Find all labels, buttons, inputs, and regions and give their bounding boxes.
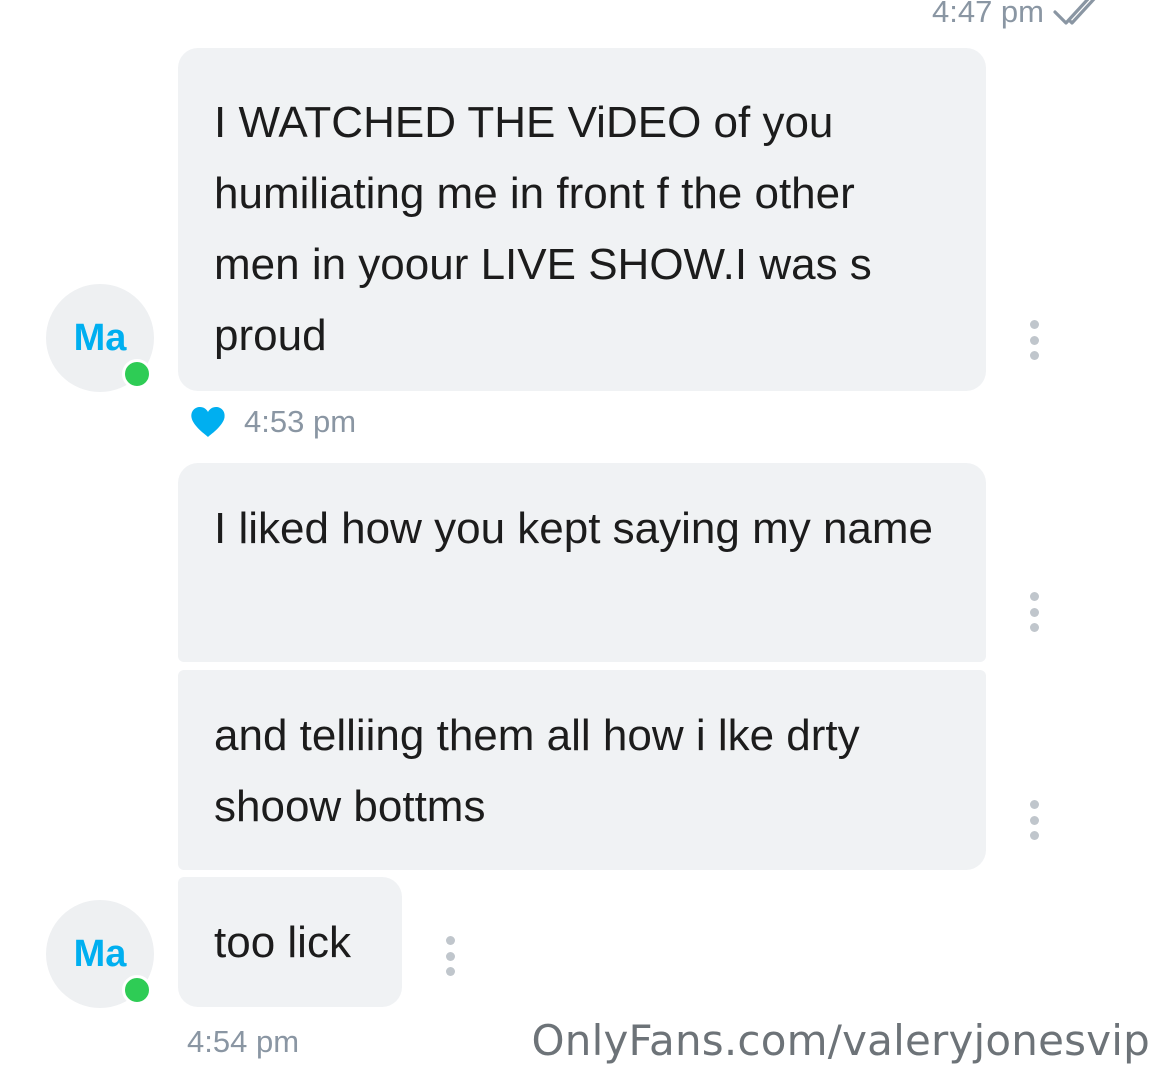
more-vertical-icon[interactable] <box>1028 800 1040 840</box>
message-status-top: 4:47 pm <box>932 0 1106 30</box>
more-vertical-icon[interactable] <box>1028 320 1040 360</box>
message-bubble[interactable]: too lick <box>178 877 402 1007</box>
message-bubble[interactable]: and telliing them all how i lke drty sho… <box>178 670 986 870</box>
message-bubble[interactable]: I WATCHED THE ViDEO of you humiliating m… <box>178 48 986 391</box>
message-bubble[interactable]: I liked how you kept saying my name <box>178 463 986 662</box>
message-time: 4:47 pm <box>931 0 1044 29</box>
heart-icon[interactable] <box>190 406 226 438</box>
message-text: I WATCHED THE ViDEO of you humiliating m… <box>214 98 872 360</box>
double-check-icon <box>1052 0 1106 29</box>
avatar-initials: Ma <box>73 316 127 359</box>
sender-avatar[interactable]: Ma <box>46 284 154 392</box>
message-meta: 4:53 pm <box>190 404 356 440</box>
message-text: I liked how you kept saying my name <box>214 504 934 553</box>
online-status-indicator <box>122 975 152 1005</box>
message-text: and telliing them all how i lke drty sho… <box>214 711 860 831</box>
sender-avatar[interactable]: Ma <box>46 900 154 1008</box>
message-text: too lick <box>214 918 351 967</box>
more-vertical-icon[interactable] <box>1028 592 1040 632</box>
more-vertical-icon[interactable] <box>444 936 456 976</box>
message-time: 4:53 pm <box>244 404 357 439</box>
avatar-initials: Ma <box>73 932 127 975</box>
online-status-indicator <box>122 359 152 389</box>
message-time: 4:54 pm <box>187 1024 300 1059</box>
watermark: OnlyFans.com/valeryjonesvip <box>531 1016 1150 1065</box>
